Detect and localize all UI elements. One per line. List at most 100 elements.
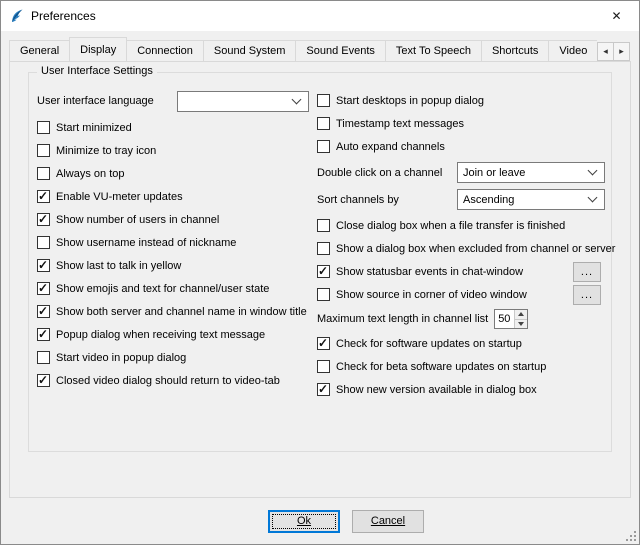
checkbox-row[interactable]: Start desktops in popup dialog xyxy=(317,89,605,112)
user-interface-settings-group: User Interface Settings User interface l… xyxy=(28,72,612,452)
chevron-down-icon xyxy=(292,94,302,104)
tab-sound-events[interactable]: Sound Events xyxy=(295,40,386,61)
tab-scroll-left-icon[interactable]: ◂ xyxy=(597,42,614,61)
checkbox-row[interactable]: Minimize to tray icon xyxy=(37,139,309,162)
checkbox-row[interactable]: Start minimized xyxy=(37,116,309,139)
tab-display[interactable]: Display xyxy=(69,37,127,61)
checkbox-label: Enable VU-meter updates xyxy=(56,191,183,203)
checkbox-unchecked[interactable] xyxy=(37,121,50,134)
checkbox-label: Show both server and channel name in win… xyxy=(56,306,307,318)
checkbox-row[interactable]: Show emojis and text for channel/user st… xyxy=(37,277,309,300)
checkbox-checked[interactable] xyxy=(317,265,330,278)
checkbox-row[interactable]: Show new version available in dialog box xyxy=(317,378,605,401)
max-text-length-spinner[interactable]: 50 xyxy=(494,309,528,329)
checkbox-label: Show number of users in channel xyxy=(56,214,219,226)
checkbox-label: Start desktops in popup dialog xyxy=(336,95,484,107)
checkbox-checked[interactable] xyxy=(37,213,50,226)
settings-columns: User interface language Start minimizedM… xyxy=(29,73,611,401)
checkbox-unchecked[interactable] xyxy=(317,219,330,232)
checkbox-unchecked[interactable] xyxy=(37,351,50,364)
checkbox-unchecked[interactable] xyxy=(317,360,330,373)
checkbox-unchecked[interactable] xyxy=(317,94,330,107)
titlebar[interactable]: Preferences ✕ xyxy=(1,1,639,31)
chevron-down-icon xyxy=(588,193,598,203)
checkbox-unchecked[interactable] xyxy=(317,288,330,301)
spinner-buttons xyxy=(514,310,527,328)
checkbox-row[interactable]: Show statusbar events in chat-window... xyxy=(317,260,605,283)
checkbox-row[interactable]: Show both server and channel name in win… xyxy=(37,300,309,323)
double-click-combobox[interactable]: Join or leave xyxy=(457,162,605,183)
double-click-value: Join or leave xyxy=(463,167,525,179)
sort-channels-label: Sort channels by xyxy=(317,194,399,206)
checkbox-row[interactable]: Show source in corner of video window... xyxy=(317,283,605,306)
checkbox-row[interactable]: Show last to talk in yellow xyxy=(37,254,309,277)
checkbox-unchecked[interactable] xyxy=(37,236,50,249)
checkbox-unchecked[interactable] xyxy=(317,242,330,255)
checkbox-checked[interactable] xyxy=(37,328,50,341)
checkbox-unchecked[interactable] xyxy=(37,144,50,157)
checkbox-unchecked[interactable] xyxy=(317,140,330,153)
checkbox-label: Timestamp text messages xyxy=(336,118,464,130)
checkbox-checked[interactable] xyxy=(37,259,50,272)
tab-sound-system[interactable]: Sound System xyxy=(203,40,297,61)
checkbox-row[interactable]: Popup dialog when receiving text message xyxy=(37,323,309,346)
checkbox-row[interactable]: Check for beta software updates on start… xyxy=(317,355,605,378)
tab-shortcuts[interactable]: Shortcuts xyxy=(481,40,549,61)
checkbox-unchecked[interactable] xyxy=(317,117,330,130)
checkbox-row[interactable]: Always on top xyxy=(37,162,309,185)
checkbox-checked[interactable] xyxy=(37,305,50,318)
checkbox-checked[interactable] xyxy=(37,190,50,203)
checkbox-label: Start video in popup dialog xyxy=(56,352,186,364)
checkbox-row[interactable]: Show number of users in channel xyxy=(37,208,309,231)
checkbox-row[interactable]: Timestamp text messages xyxy=(317,112,605,135)
max-text-length-label: Maximum text length in channel list xyxy=(317,313,488,325)
tab-text-to-speech[interactable]: Text To Speech xyxy=(385,40,482,61)
right-checkbox-list-bottom: Check for software updates on startup Che… xyxy=(317,332,605,401)
checkbox-label: Show a dialog box when excluded from cha… xyxy=(336,243,615,255)
checkbox-label: Popup dialog when receiving text message xyxy=(56,329,265,341)
spin-up-icon[interactable] xyxy=(515,310,527,319)
checkbox-checked[interactable] xyxy=(37,374,50,387)
ellipsis-button[interactable]: ... xyxy=(573,262,601,282)
checkbox-label: Show username instead of nickname xyxy=(56,237,236,249)
tab-scroll-right-icon[interactable]: ▸ xyxy=(613,42,630,61)
sort-channels-combobox[interactable]: Ascending xyxy=(457,189,605,210)
tab-video[interactable]: Video xyxy=(548,40,597,61)
checkbox-checked[interactable] xyxy=(37,282,50,295)
right-checkbox-list-top: Start desktops in popup dialog Timestamp … xyxy=(317,89,605,158)
cancel-button[interactable]: Cancel xyxy=(352,510,424,533)
checkbox-checked[interactable] xyxy=(317,337,330,350)
checkbox-label: Minimize to tray icon xyxy=(56,145,156,157)
checkbox-label: Show emojis and text for channel/user st… xyxy=(56,283,269,295)
tab-connection[interactable]: Connection xyxy=(126,40,204,61)
resize-grip[interactable] xyxy=(624,529,637,542)
checkbox-row[interactable]: Auto expand channels xyxy=(317,135,605,158)
ok-button[interactable]: Ok xyxy=(268,510,340,533)
double-click-row: Double click on a channel Join or leave xyxy=(317,160,605,185)
tab-general[interactable]: General xyxy=(9,40,70,61)
checkbox-row[interactable]: Close dialog box when a file transfer is… xyxy=(317,214,605,237)
language-combobox[interactable] xyxy=(177,91,309,112)
chevron-down-icon xyxy=(588,166,598,176)
checkbox-row[interactable]: Show a dialog box when excluded from cha… xyxy=(317,237,605,260)
left-column: User interface language Start minimizedM… xyxy=(37,89,309,401)
checkbox-row[interactable]: Start video in popup dialog xyxy=(37,346,309,369)
checkbox-unchecked[interactable] xyxy=(37,167,50,180)
checkbox-row[interactable]: Closed video dialog should return to vid… xyxy=(37,369,309,392)
footer: Ok Cancel xyxy=(1,498,639,544)
tab-bar: GeneralDisplayConnectionSound SystemSoun… xyxy=(1,31,639,61)
ellipsis-button[interactable]: ... xyxy=(573,285,601,305)
window-title: Preferences xyxy=(31,9,96,23)
checkbox-row[interactable]: Enable VU-meter updates xyxy=(37,185,309,208)
checkbox-row[interactable]: Show username instead of nickname xyxy=(37,231,309,254)
checkbox-label: Show new version available in dialog box xyxy=(336,384,537,396)
spin-down-icon[interactable] xyxy=(515,319,527,329)
max-text-length-row: Maximum text length in channel list 50 xyxy=(317,306,605,332)
right-checkbox-list-with-buttons: Show statusbar events in chat-window...S… xyxy=(317,260,605,306)
checkbox-label: Check for beta software updates on start… xyxy=(336,361,546,373)
checkbox-row[interactable]: Check for software updates on startup xyxy=(317,332,605,355)
close-icon[interactable]: ✕ xyxy=(594,1,639,31)
checkbox-label: Auto expand channels xyxy=(336,141,445,153)
tab-scroll-buttons: ◂ ▸ xyxy=(598,42,630,61)
checkbox-checked[interactable] xyxy=(317,383,330,396)
